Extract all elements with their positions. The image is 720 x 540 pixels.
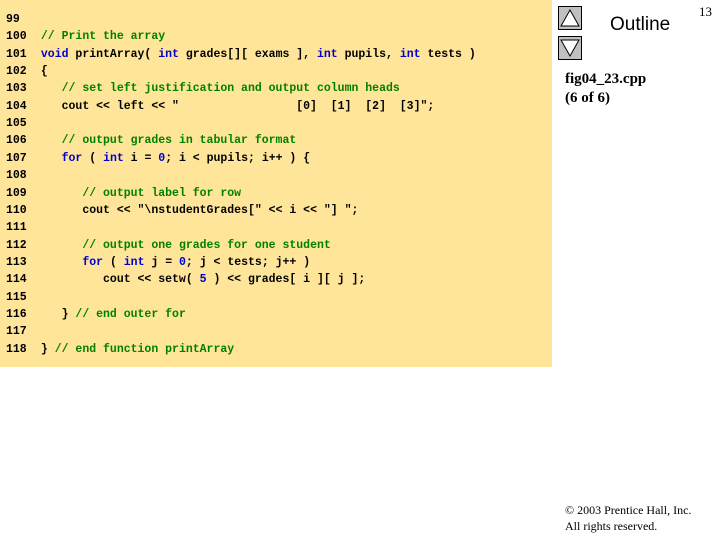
code-text: pupils,	[337, 47, 400, 61]
code-text: cout << setw(	[40, 273, 200, 287]
code-string: " [0] [1] [2] [3]"	[172, 99, 428, 113]
code-text: (	[103, 255, 124, 269]
code-keyword: 5	[199, 273, 207, 287]
code-line: 118 } // end function printArray	[6, 341, 234, 358]
code-line: 104 cout << left << " [0] [1] [2] [3]";	[6, 98, 434, 115]
code-keyword: int	[399, 47, 421, 61]
line-number: 114	[6, 273, 27, 287]
code-comment: // Print the array	[40, 30, 166, 44]
code-text: i =	[123, 151, 159, 165]
code-line: 117	[6, 323, 41, 340]
file-name: fig04_23.cpp	[565, 71, 647, 87]
code-text: ;	[427, 99, 435, 113]
code-text: ; i < pupils; i++ ) {	[165, 151, 311, 165]
line-number: 103	[6, 82, 27, 96]
code-comment: // output grades in tabular format	[61, 134, 297, 148]
line-number: 101	[6, 47, 27, 61]
code-string: "\nstudentGrades["	[137, 203, 262, 217]
copyright-notice: © 2003 Prentice Hall, Inc. All rights re…	[565, 502, 691, 534]
slide-number: 13	[699, 4, 712, 19]
line-number: 112	[6, 238, 27, 252]
code-line: 116 } // end outer for	[6, 306, 186, 323]
code-line: 106 // output grades in tabular format	[6, 132, 296, 149]
code-keyword: for	[61, 151, 83, 165]
triangle-down-icon	[560, 39, 580, 58]
code-line: 100 // Print the array	[6, 28, 165, 45]
code-comment: // set left justification and output col…	[61, 82, 400, 96]
code-text: cout << left <<	[40, 99, 173, 113]
code-keyword: void	[40, 47, 69, 61]
code-line: 110 cout << "\nstudentGrades[" << i << "…	[6, 202, 358, 219]
code-line: 102 {	[6, 63, 48, 80]
next-slide-button[interactable]	[558, 36, 582, 60]
code-text: printArray(	[68, 47, 159, 61]
line-number: 113	[6, 255, 27, 269]
code-keyword: int	[123, 255, 145, 269]
code-keyword: int	[103, 151, 124, 165]
code-text: {	[40, 65, 48, 79]
code-panel: 99 100 // Print the array 101 void printA…	[0, 0, 552, 367]
line-number: 108	[6, 169, 27, 183]
code-text: (	[82, 151, 104, 165]
code-text: j =	[144, 255, 179, 269]
code-line: 112 // output one grades for one student	[6, 237, 331, 254]
code-text: ; j < tests; j++ )	[185, 255, 311, 269]
code-keyword: 0	[179, 255, 186, 269]
line-number: 107	[6, 151, 27, 165]
copyright-line-1: © 2003 Prentice Hall, Inc.	[565, 503, 692, 517]
file-page: (6 of 6)	[565, 90, 610, 106]
code-line: 103 // set left justification and output…	[6, 80, 400, 97]
line-number: 109	[6, 186, 27, 200]
line-number: 99	[6, 13, 20, 26]
code-text: ;	[351, 203, 359, 217]
line-number: 111	[6, 221, 27, 235]
code-comment: // end function printArray	[54, 342, 235, 356]
line-number: 115	[6, 290, 27, 304]
code-text: }	[40, 342, 55, 356]
code-keyword: int	[158, 47, 179, 61]
code-line: 113 for ( int j = 0; j < tests; j++ )	[6, 254, 310, 271]
code-line: 99	[6, 11, 41, 28]
code-line: 105	[6, 115, 41, 132]
code-comment: // output one grades for one student	[82, 238, 331, 252]
line-number: 104	[6, 99, 27, 113]
code-line: 101 void printArray( int grades[][ exams…	[6, 46, 476, 63]
code-text: grades[][ exams ],	[178, 47, 317, 61]
code-line: 108	[6, 167, 41, 184]
code-comment: // end outer for	[75, 307, 186, 321]
code-text: << i <<	[261, 203, 324, 217]
code-text: ) << grades[ i ][ j ];	[206, 273, 366, 287]
line-number: 105	[6, 117, 27, 131]
code-line: 114 cout << setw( 5 ) << grades[ i ][ j …	[6, 271, 365, 288]
line-number: 100	[6, 30, 27, 44]
line-number: 106	[6, 134, 27, 148]
line-number: 110	[6, 203, 27, 217]
file-label: fig04_23.cpp (6 of 6)	[565, 70, 646, 108]
outline-title: Outline	[610, 14, 671, 35]
code-keyword: for	[82, 255, 104, 269]
code-text: tests )	[420, 47, 476, 61]
copyright-line-2: All rights reserved.	[565, 519, 658, 533]
line-number: 117	[6, 325, 27, 339]
code-line: 111	[6, 219, 41, 236]
code-comment: // output label for row	[82, 186, 242, 200]
line-number: 116	[6, 307, 27, 321]
code-line: 115	[6, 289, 41, 306]
previous-slide-button[interactable]	[558, 6, 582, 30]
line-number: 102	[6, 65, 27, 79]
code-line: 109 // output label for row	[6, 185, 241, 202]
code-keyword: int	[316, 47, 338, 61]
line-number: 118	[6, 342, 27, 356]
triangle-up-icon	[560, 8, 580, 27]
code-line: 107 for ( int i = 0; i < pupils; i++ ) {	[6, 150, 310, 167]
code-string: "] "	[323, 203, 352, 217]
code-text: }	[40, 307, 76, 321]
code-text: cout <<	[40, 203, 138, 217]
